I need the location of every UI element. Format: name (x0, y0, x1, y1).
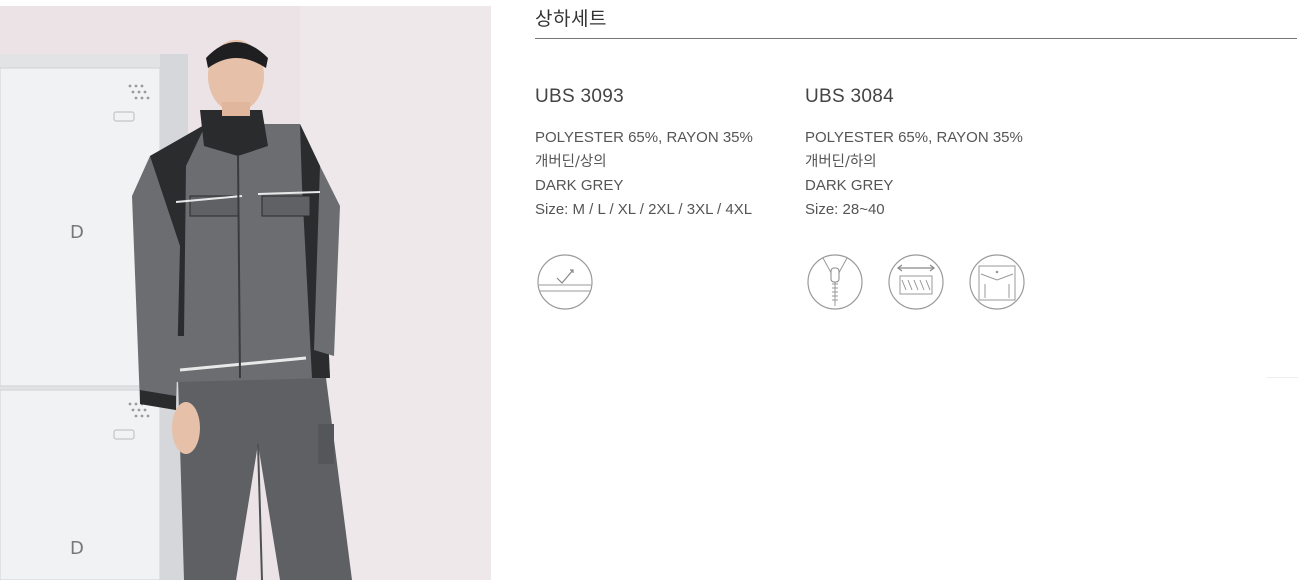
svg-text:D: D (70, 222, 84, 243)
feature-icons-ubs-3093 (537, 254, 593, 310)
feature-icons-ubs-3084 (807, 254, 1025, 310)
product-size: Size: M / L / XL / 2XL / 3XL / 4XL (535, 201, 753, 218)
product-card-ubs-3093: UBS 3093 POLYESTER 65%, RAYON 35% 개버딘/상의… (535, 86, 753, 222)
product-fabric: POLYESTER 65%, RAYON 35% (805, 129, 1023, 146)
product-card-ubs-3084: UBS 3084 POLYESTER 65%, RAYON 35% 개버딘/하의… (805, 86, 1023, 222)
product-size: Size: 28~40 (805, 201, 885, 218)
reflective-tape-icon (537, 254, 593, 310)
product-color: DARK GREY (535, 177, 624, 194)
section-divider (535, 38, 1297, 39)
stretch-fabric-icon (888, 254, 944, 310)
product-photo: D D (0, 6, 491, 580)
product-color: DARK GREY (805, 177, 894, 194)
cargo-pocket-icon (969, 254, 1025, 310)
svg-text:D: D (70, 538, 84, 559)
product-fabric: POLYESTER 65%, RAYON 35% (535, 129, 753, 146)
product-code: UBS 3084 (805, 86, 895, 107)
product-code: UBS 3093 (535, 86, 625, 107)
section-title: 상하세트 (535, 8, 607, 30)
product-type: 개버딘/상의 (535, 154, 607, 170)
product-type: 개버딘/하의 (805, 154, 877, 170)
zipper-icon (807, 254, 863, 310)
decorative-line (1266, 377, 1298, 378)
